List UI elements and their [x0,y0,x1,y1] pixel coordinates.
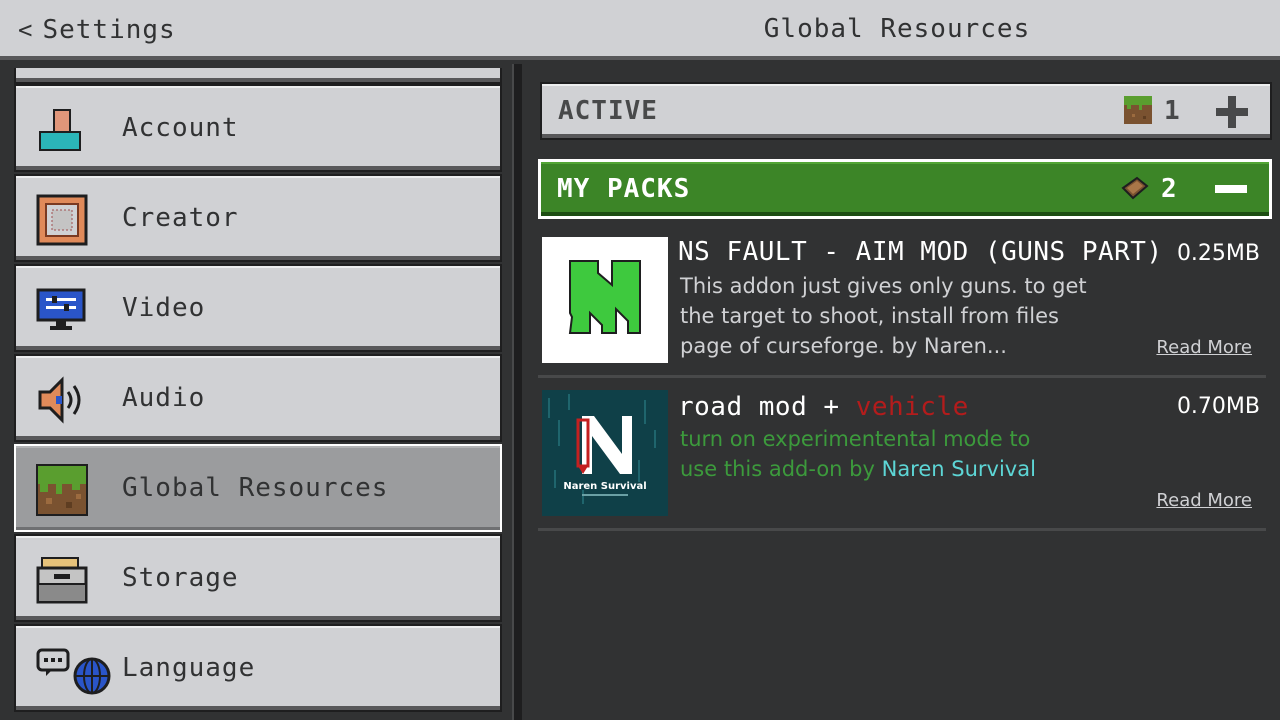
audio-icon [38,376,81,424]
settings-sidebar: Account Creator Video Audio Global Resou… [0,64,512,720]
sidebar-item-audio[interactable]: Audio [14,354,502,442]
sidebar-item-label: Storage [122,563,239,593]
pack-item[interactable]: Naren Survival road mod + vehicle 0.70MB… [538,390,1266,531]
plus-icon[interactable] [1212,92,1252,132]
sidebar-item-label: Video [122,293,206,323]
pack-name-colored-part: vehicle [855,392,969,422]
grass-block-icon [1124,96,1152,124]
sidebar-item-label: Creator [122,203,239,233]
pack-size: 0.70MB [1176,394,1260,419]
pack-description: This addon just gives only guns. to get … [680,274,1087,358]
back-label: Settings [42,15,176,45]
top-bar: < Settings Global Resources [0,0,1280,60]
pack-thumbnail: Naren Survival [542,390,668,516]
pane-divider [512,64,522,720]
back-button[interactable]: < Settings [18,12,176,48]
minus-icon[interactable] [1211,169,1251,209]
thumbnail-caption: Naren Survival [563,481,646,492]
chevron-left-icon: < [18,16,33,44]
video-icon [36,288,86,330]
sidebar-item-partial[interactable] [14,68,502,84]
pack-size: 0.25MB [1176,241,1260,266]
pack-name-part: road mod + [678,392,856,422]
sidebar-item-label: Global Resources [122,473,389,503]
pack-name: road mod + vehicle [678,392,969,422]
sidebar-item-storage[interactable]: Storage [14,534,502,622]
pack-description-author: Naren Survival [881,457,1036,481]
sidebar-item-creator[interactable]: Creator [14,174,502,262]
pack-thumbnail [542,237,668,363]
language-icon [36,648,111,695]
sidebar-item-global-resources[interactable]: Global Resources [14,444,502,532]
active-section-header[interactable]: ACTIVE 1 [540,82,1272,140]
pack-name: NS FAULT - AIM MOD (GUNS PART) [678,237,1163,267]
book-icon [1121,176,1149,200]
pack-description: turn on experimentental mode to use this… [680,424,1070,484]
sidebar-item-label: Language [122,653,256,683]
creator-icon [36,194,88,246]
sidebar-item-language[interactable]: Language [14,624,502,712]
page-title: Global Resources [763,14,1031,44]
read-more-link[interactable]: Read More [1156,337,1252,358]
my-packs-section-header[interactable]: MY PACKS 2 [538,159,1272,219]
account-icon [39,109,81,151]
active-section-title: ACTIVE [558,96,658,126]
pack-item[interactable]: NS FAULT - AIM MOD (GUNS PART) 0.25MB Th… [538,237,1266,378]
global-resources-icon [36,464,88,516]
sidebar-item-video[interactable]: Video [14,264,502,352]
sidebar-item-label: Account [122,113,239,143]
sidebar-item-account[interactable]: Account [14,84,502,172]
read-more-link[interactable]: Read More [1156,490,1252,511]
my-packs-section-title: MY PACKS [557,174,691,204]
active-count: 1 [1164,96,1180,126]
global-resources-panel: ACTIVE 1 MY PACKS 2 NS FAULT - AIM MOD (… [522,64,1280,720]
my-packs-count: 2 [1161,174,1177,204]
storage-icon [36,557,88,604]
sidebar-item-label: Audio [122,383,206,413]
